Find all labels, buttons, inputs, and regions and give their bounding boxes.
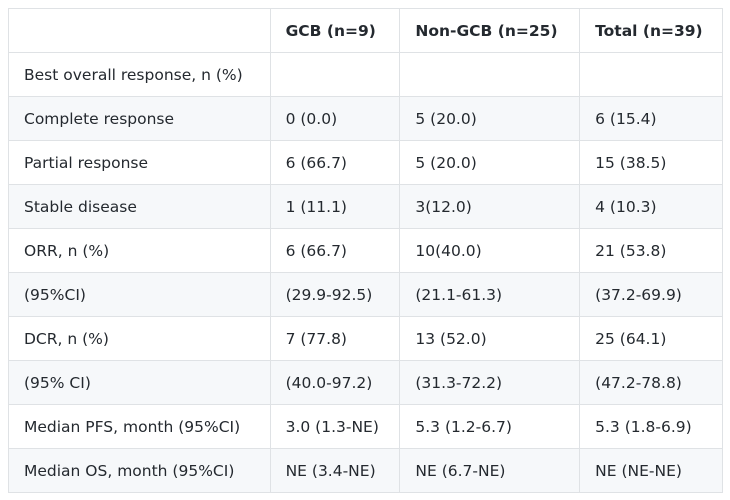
row-label: Median OS, month (95%CI) [8,448,271,493]
table-row: Partial response 6 (66.7) 5 (20.0) 15 (3… [8,140,723,185]
cell-total: 15 (38.5) [579,140,723,185]
cell-non-gcb: 5 (20.0) [399,140,581,185]
row-label: Best overall response, n (%) [8,52,271,97]
cell-gcb: (29.9-92.5) [269,272,401,317]
header-cell-total: Total (n=39) [579,8,723,53]
cell-non-gcb: 10(40.0) [399,228,581,273]
row-label: ORR, n (%) [8,228,271,273]
response-table: GCB (n=9) Non-GCB (n=25) Total (n=39) Be… [8,8,723,493]
cell-non-gcb: 5 (20.0) [399,96,581,141]
cell-total: 4 (10.3) [579,184,723,229]
row-label: (95%CI) [8,272,271,317]
cell-total: NE (NE-NE) [579,448,723,493]
table-row: Stable disease 1 (11.1) 3(12.0) 4 (10.3) [8,184,723,229]
cell-gcb: 3.0 (1.3-NE) [269,404,401,449]
cell-total: 6 (15.4) [579,96,723,141]
cell-gcb: 6 (66.7) [269,140,401,185]
table-row: (95%CI) (29.9-92.5) (21.1-61.3) (37.2-69… [8,272,723,317]
cell-total: 5.3 (1.8-6.9) [579,404,723,449]
header-cell-label [8,8,271,53]
cell-gcb: 1 (11.1) [269,184,401,229]
cell-non-gcb: 13 (52.0) [399,316,581,361]
cell-gcb: (40.0-97.2) [269,360,401,405]
header-row: GCB (n=9) Non-GCB (n=25) Total (n=39) [8,8,723,53]
cell-total: 21 (53.8) [579,228,723,273]
row-label: (95% CI) [8,360,271,405]
cell-non-gcb [399,52,581,97]
table-row: DCR, n (%) 7 (77.8) 13 (52.0) 25 (64.1) [8,316,723,361]
cell-total: 25 (64.1) [579,316,723,361]
cell-gcb: NE (3.4-NE) [269,448,401,493]
cell-non-gcb: 3(12.0) [399,184,581,229]
row-label: Complete response [8,96,271,141]
table-row: Median PFS, month (95%CI) 3.0 (1.3-NE) 5… [8,404,723,449]
row-label: Partial response [8,140,271,185]
table-row: Best overall response, n (%) [8,52,723,97]
cell-gcb: 0 (0.0) [269,96,401,141]
cell-non-gcb: 5.3 (1.2-6.7) [399,404,581,449]
row-label: Stable disease [8,184,271,229]
cell-total [579,52,723,97]
table-row: (95% CI) (40.0-97.2) (31.3-72.2) (47.2-7… [8,360,723,405]
row-label: DCR, n (%) [8,316,271,361]
cell-total: (47.2-78.8) [579,360,723,405]
row-label: Median PFS, month (95%CI) [8,404,271,449]
table-row: ORR, n (%) 6 (66.7) 10(40.0) 21 (53.8) [8,228,723,273]
header-cell-non-gcb: Non-GCB (n=25) [399,8,581,53]
cell-non-gcb: (31.3-72.2) [399,360,581,405]
cell-total: (37.2-69.9) [579,272,723,317]
cell-gcb [269,52,401,97]
cell-gcb: 7 (77.8) [269,316,401,361]
table-row: Median OS, month (95%CI) NE (3.4-NE) NE … [8,448,723,493]
table-row: Complete response 0 (0.0) 5 (20.0) 6 (15… [8,96,723,141]
header-cell-gcb: GCB (n=9) [269,8,401,53]
cell-non-gcb: NE (6.7-NE) [399,448,581,493]
cell-non-gcb: (21.1-61.3) [399,272,581,317]
cell-gcb: 6 (66.7) [269,228,401,273]
